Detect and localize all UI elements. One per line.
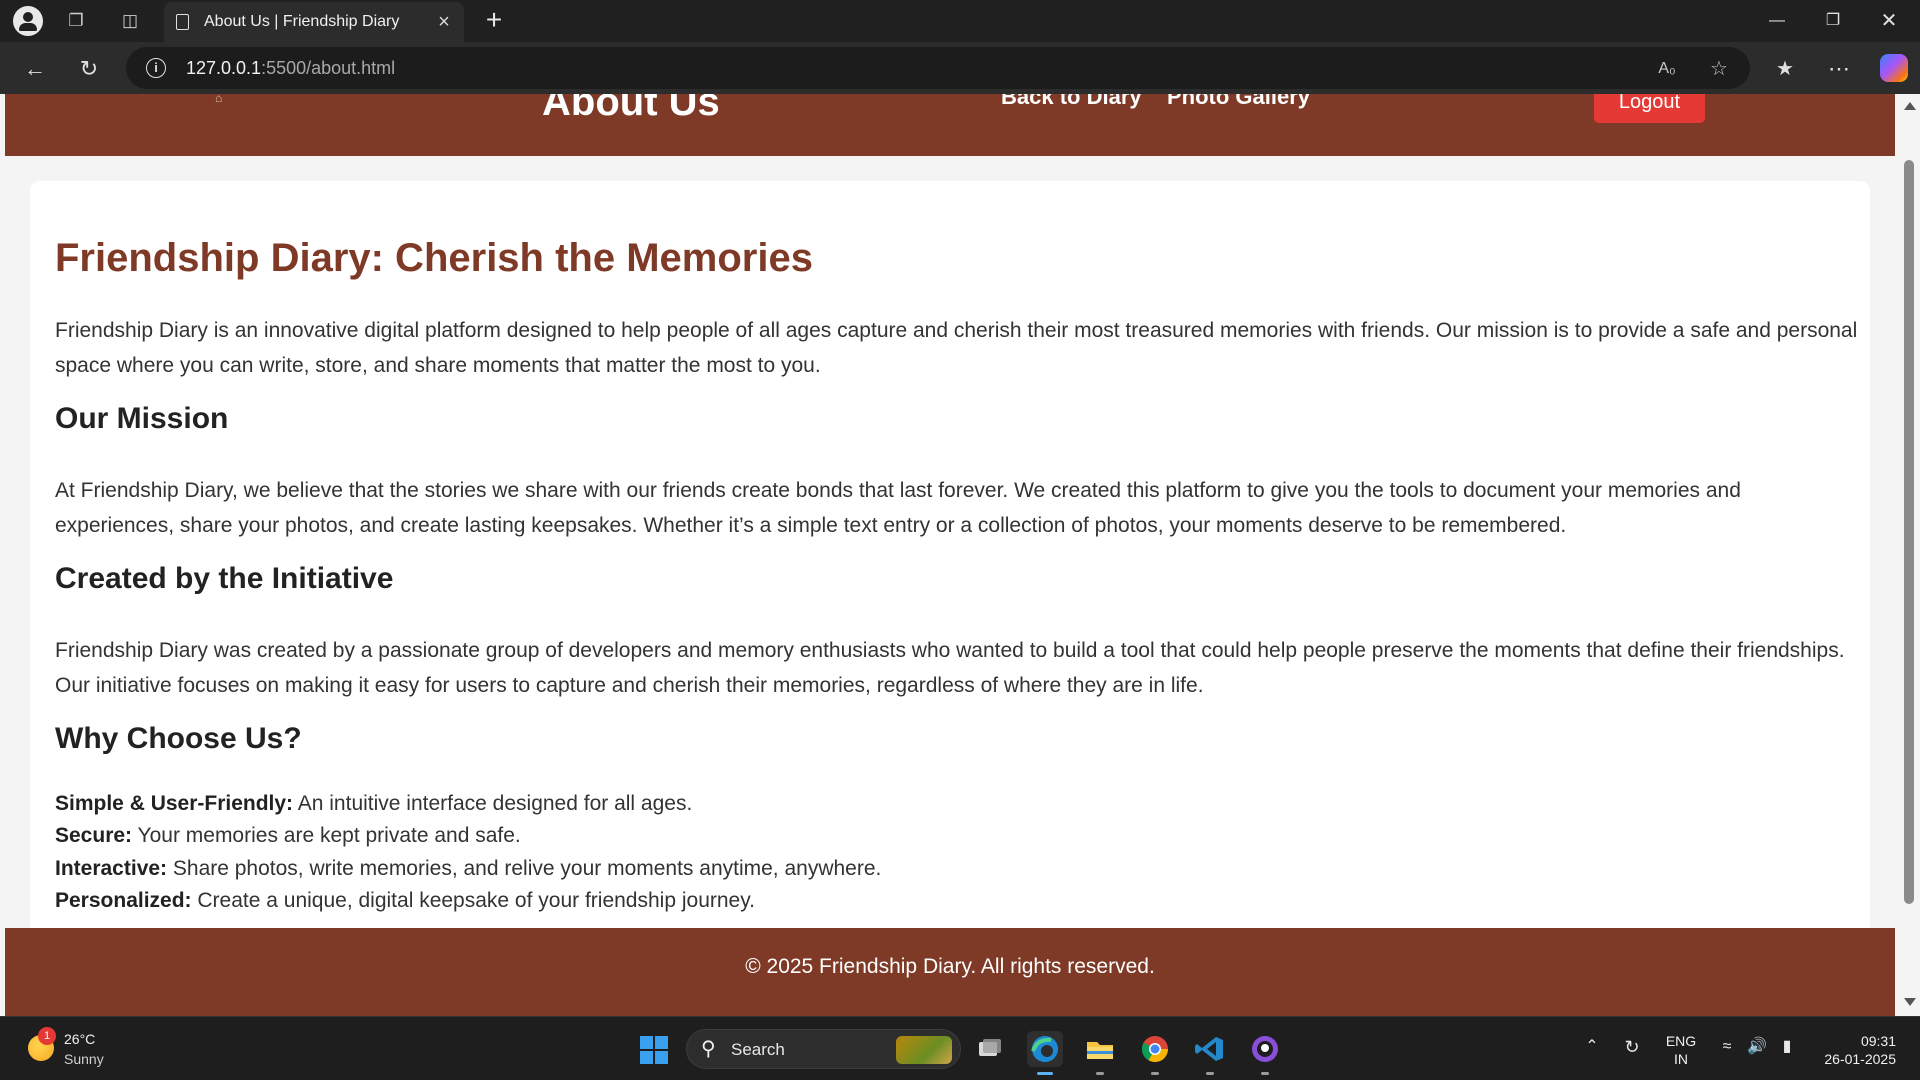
profile-icon[interactable] (13, 6, 43, 36)
browser-toolbar: ← ↻ i 127.0.0.1:5500/about.html A₀ ☆ ★ ⋯ (0, 42, 1920, 94)
task-view-icon[interactable] (972, 1031, 1008, 1067)
footer-copyright: © 2025 Friendship Diary. All rights rese… (745, 955, 1155, 978)
windows-start-icon[interactable] (640, 1036, 668, 1064)
page-viewport: ⌂ About Us Back to Diary Photo Gallery L… (0, 94, 1920, 1016)
copilot-icon[interactable] (1880, 54, 1908, 82)
tab-title: About Us | Friendship Diary (204, 13, 400, 30)
vertical-tabs-icon[interactable]: ◫ (118, 9, 142, 33)
read-aloud-icon[interactable]: A₀ (1654, 56, 1680, 82)
site-header: ⌂ About Us Back to Diary Photo Gallery L… (5, 94, 1895, 156)
weather-badge: 1 (38, 1027, 56, 1045)
workspaces-icon[interactable]: ❐ (64, 9, 88, 33)
vertical-scrollbar[interactable] (1898, 94, 1920, 1016)
logout-button[interactable]: Logout (1594, 94, 1705, 123)
scroll-down-icon[interactable] (1904, 998, 1916, 1006)
close-tab-icon[interactable]: × (432, 10, 456, 34)
section-heading-initiative: Created by the Initiative (55, 562, 394, 595)
nav-photo-gallery[interactable]: Photo Gallery (1167, 94, 1310, 110)
input-language[interactable]: ENG IN (1664, 1032, 1698, 1068)
volume-icon[interactable]: 🔊 (1746, 1037, 1768, 1057)
back-icon[interactable]: ← (20, 54, 50, 84)
feature-item: Interactive: Share photos, write memorie… (55, 857, 882, 880)
page-icon (176, 14, 189, 30)
edge-browser-icon[interactable] (1027, 1031, 1063, 1075)
favorites-icon[interactable]: ★ (1770, 54, 1800, 84)
refresh-icon[interactable]: ↻ (74, 54, 104, 84)
restore-icon[interactable]: ❐ (1810, 6, 1856, 36)
scroll-thumb[interactable] (1904, 160, 1914, 904)
github-desktop-icon[interactable] (1247, 1031, 1283, 1075)
address-bar[interactable]: i 127.0.0.1:5500/about.html A₀ ☆ (126, 47, 1750, 89)
search-icon: ⚲ (701, 1038, 716, 1060)
browser-tab-active[interactable]: About Us | Friendship Diary × (164, 2, 464, 42)
sync-icon[interactable]: ↻ (1620, 1037, 1644, 1057)
mission-paragraph: At Friendship Diary, we believe that the… (55, 479, 1741, 537)
weather-condition[interactable]: Sunny (64, 1051, 104, 1067)
feature-item: Simple & User-Friendly: An intuitive int… (55, 792, 693, 815)
taskbar-search[interactable]: ⚲ Search (686, 1029, 961, 1069)
intro-paragraph: Friendship Diary is an innovative digita… (55, 319, 1858, 377)
site-footer: © 2025 Friendship Diary. All rights rese… (5, 928, 1895, 1016)
new-tab-icon[interactable]: + (480, 6, 508, 34)
system-clock[interactable]: 09:31 26-01-2025 (1810, 1032, 1896, 1068)
nav-back-to-diary[interactable]: Back to Diary (1001, 94, 1142, 110)
site-info-icon[interactable]: i (146, 58, 166, 78)
logo-icon[interactable]: ⌂ (215, 94, 249, 104)
show-hidden-icons-icon[interactable]: ⌃ (1582, 1037, 1602, 1057)
vscode-icon[interactable] (1192, 1031, 1228, 1075)
page-title: About Us (542, 94, 720, 124)
browser-tab-strip: ❐ ◫ About Us | Friendship Diary × + — ❐ … (0, 0, 1920, 42)
close-window-icon[interactable]: ✕ (1866, 6, 1912, 36)
section-heading-mission: Our Mission (55, 402, 229, 435)
minimize-icon[interactable]: — (1754, 6, 1800, 36)
section-heading-why: Why Choose Us? (55, 722, 302, 755)
file-explorer-icon[interactable] (1082, 1031, 1118, 1075)
taskbar: 1 26°C Sunny ⚲ Search ⌃ ↻ ENG IN ≈ 🔊 ▮ 09… (0, 1016, 1920, 1080)
chrome-icon[interactable] (1137, 1031, 1173, 1075)
search-highlight-image[interactable] (896, 1036, 952, 1064)
feature-item: Secure: Your memories are kept private a… (55, 824, 521, 847)
weather-temperature[interactable]: 26°C (64, 1031, 95, 1047)
battery-icon[interactable]: ▮ (1776, 1037, 1798, 1057)
favorite-star-icon[interactable]: ☆ (1706, 56, 1732, 82)
feature-item: Personalized: Create a unique, digital k… (55, 889, 755, 912)
scroll-up-icon[interactable] (1904, 102, 1916, 110)
url-text: 127.0.0.1:5500/about.html (186, 58, 396, 78)
more-options-icon[interactable]: ⋯ (1824, 54, 1854, 84)
initiative-paragraph: Friendship Diary was created by a passio… (55, 639, 1845, 697)
search-label: Search (731, 1040, 785, 1059)
main-heading: Friendship Diary: Cherish the Memories (55, 236, 813, 280)
about-content-card: Friendship Diary: Cherish the Memories F… (30, 181, 1870, 941)
wifi-icon[interactable]: ≈ (1716, 1037, 1738, 1057)
